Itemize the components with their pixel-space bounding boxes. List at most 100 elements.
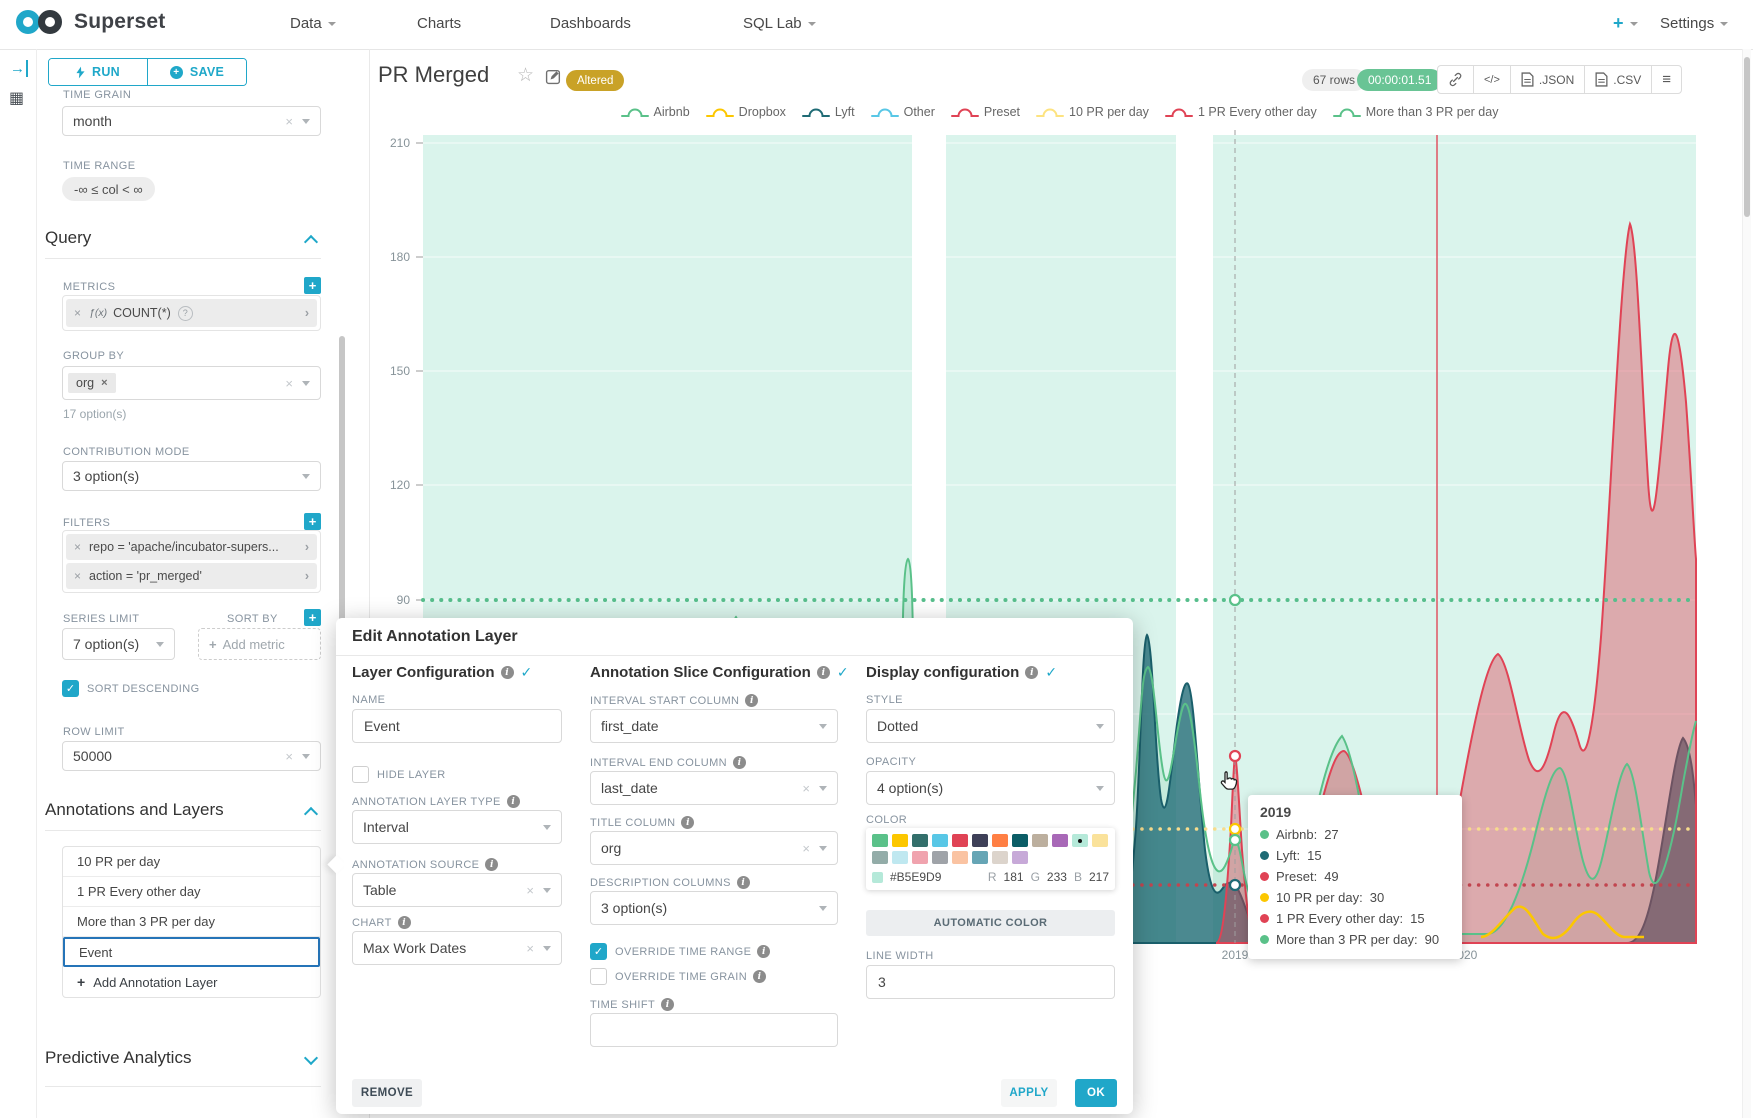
sort-descending-checkbox[interactable]: ✓ [62,680,79,697]
remove-icon[interactable]: × [74,306,81,320]
info-icon[interactable]: i [661,998,674,1011]
caret-down-icon[interactable] [819,786,827,791]
color-swatch[interactable] [1012,834,1028,847]
caret-down-icon[interactable] [1096,724,1104,729]
filter-chip[interactable]: × action = 'pr_merged' › [66,563,317,589]
b-value[interactable]: 217 [1089,870,1109,884]
color-swatch[interactable] [972,851,988,864]
clear-icon[interactable]: × [802,842,810,855]
info-icon[interactable]: i [737,876,750,889]
ok-button[interactable]: OK [1075,1079,1117,1107]
altered-badge[interactable]: Altered [566,70,624,91]
annotation-layer-type-select[interactable]: Interval [352,810,562,844]
title-column-select[interactable]: org × [590,831,838,865]
color-swatch[interactable] [932,851,948,864]
nav-data[interactable]: Data [290,15,336,32]
window-scrollbar-track[interactable] [1742,49,1751,1118]
clear-icon[interactable]: × [285,115,293,128]
info-icon[interactable]: i [753,970,766,983]
color-swatch[interactable] [932,834,948,847]
expand-icon[interactable]: › [305,540,309,554]
line-width-input[interactable] [866,965,1115,999]
row-limit-select[interactable]: 50000 × [62,741,321,771]
series-limit-select[interactable]: 7 option(s) [62,628,175,660]
nav-sql-lab[interactable]: SQL Lab [743,15,816,32]
color-swatch[interactable] [992,851,1008,864]
info-icon[interactable]: i [745,694,758,707]
time-range-pill[interactable]: -∞ ≤ col < ∞ [62,177,155,201]
favorite-star-icon[interactable]: ☆ [517,64,534,87]
caret-down-icon[interactable] [302,381,310,386]
remove-icon[interactable]: × [74,540,81,554]
settings-menu[interactable]: Settings [1660,15,1728,32]
g-value[interactable]: 233 [1047,870,1067,884]
info-icon[interactable]: i [817,666,830,679]
expand-icon[interactable]: › [305,306,309,320]
override-time-range-checkbox[interactable]: ✓ [590,943,607,960]
color-swatch[interactable] [912,851,928,864]
nav-charts[interactable]: Charts [417,15,461,32]
annotation-layer-item[interactable]: 10 PR per day [63,847,320,877]
embed-code-button[interactable]: </> [1473,65,1511,94]
caret-down-icon[interactable] [543,946,551,951]
caret-down-icon[interactable] [302,119,310,124]
add-filter-button[interactable]: + [304,513,321,530]
remove-icon[interactable]: × [74,569,81,583]
edit-title-icon[interactable] [545,68,562,85]
new-item-button[interactable]: + [1613,13,1638,34]
run-button[interactable]: RUN [49,59,148,85]
export-json-button[interactable]: .JSON [1510,65,1585,94]
annotation-layer-item-selected[interactable]: Event [63,937,320,967]
caret-down-icon[interactable] [543,888,551,893]
color-swatch[interactable] [972,834,988,847]
color-swatch[interactable] [872,851,888,864]
caret-down-icon[interactable] [819,906,827,911]
more-options-button[interactable]: ≡ [1651,65,1682,94]
opacity-select[interactable]: 4 option(s) [866,771,1115,805]
export-csv-button[interactable]: .CSV [1584,65,1652,94]
remove-tag-icon[interactable]: × [101,377,107,389]
clear-icon[interactable]: × [526,942,534,955]
hide-layer-checkbox[interactable] [352,766,369,783]
info-icon[interactable]: i [757,945,770,958]
caret-down-icon[interactable] [543,825,551,830]
interval-end-select[interactable]: last_date × [590,771,838,805]
color-swatch[interactable] [892,851,908,864]
nav-dashboards[interactable]: Dashboards [550,15,631,32]
panel-scrollbar[interactable] [339,336,345,626]
r-value[interactable]: 181 [1004,870,1024,884]
collapse-panel-icon[interactable]: → [10,60,28,77]
annotation-layer-item[interactable]: More than 3 PR per day [63,907,320,937]
annotation-source-select[interactable]: Table × [352,873,562,907]
collapse-annotations-icon[interactable] [304,807,318,821]
collapse-query-icon[interactable] [304,235,318,249]
chart-select[interactable]: Max Work Dates × [352,931,562,965]
override-time-grain-checkbox[interactable] [590,968,607,985]
info-icon[interactable]: i [1025,666,1038,679]
color-swatch[interactable] [952,834,968,847]
color-swatch[interactable] [952,851,968,864]
color-swatch[interactable] [892,834,908,847]
sort-by-add-metric[interactable]: + Add metric [198,628,321,660]
annotation-layer-item[interactable]: 1 PR Every other day [63,877,320,907]
caret-down-icon[interactable] [819,846,827,851]
clear-icon[interactable]: × [285,377,293,390]
info-icon[interactable]: i [485,858,498,871]
expand-icon[interactable]: › [305,569,309,583]
window-scrollbar-thumb[interactable] [1744,57,1750,217]
color-swatch-selected[interactable] [1072,834,1088,847]
filter-chip[interactable]: × repo = 'apache/incubator-supers... › [66,534,317,560]
group-by-tag[interactable]: org× [68,373,116,393]
add-annotation-layer-button[interactable]: + Add Annotation Layer [63,967,320,997]
contribution-mode-select[interactable]: 3 option(s) [62,461,321,491]
save-button[interactable]: + SAVE [148,59,246,85]
color-swatch[interactable] [1012,851,1028,864]
color-swatch[interactable] [1032,834,1048,847]
info-icon[interactable]: i [681,816,694,829]
clear-icon[interactable]: × [285,750,293,763]
info-icon[interactable]: i [507,795,520,808]
caret-down-icon[interactable] [302,754,310,759]
description-columns-select[interactable]: 3 option(s) [590,891,838,925]
expand-predictive-icon[interactable] [304,1051,318,1065]
hex-value[interactable]: #B5E9D9 [890,870,941,884]
